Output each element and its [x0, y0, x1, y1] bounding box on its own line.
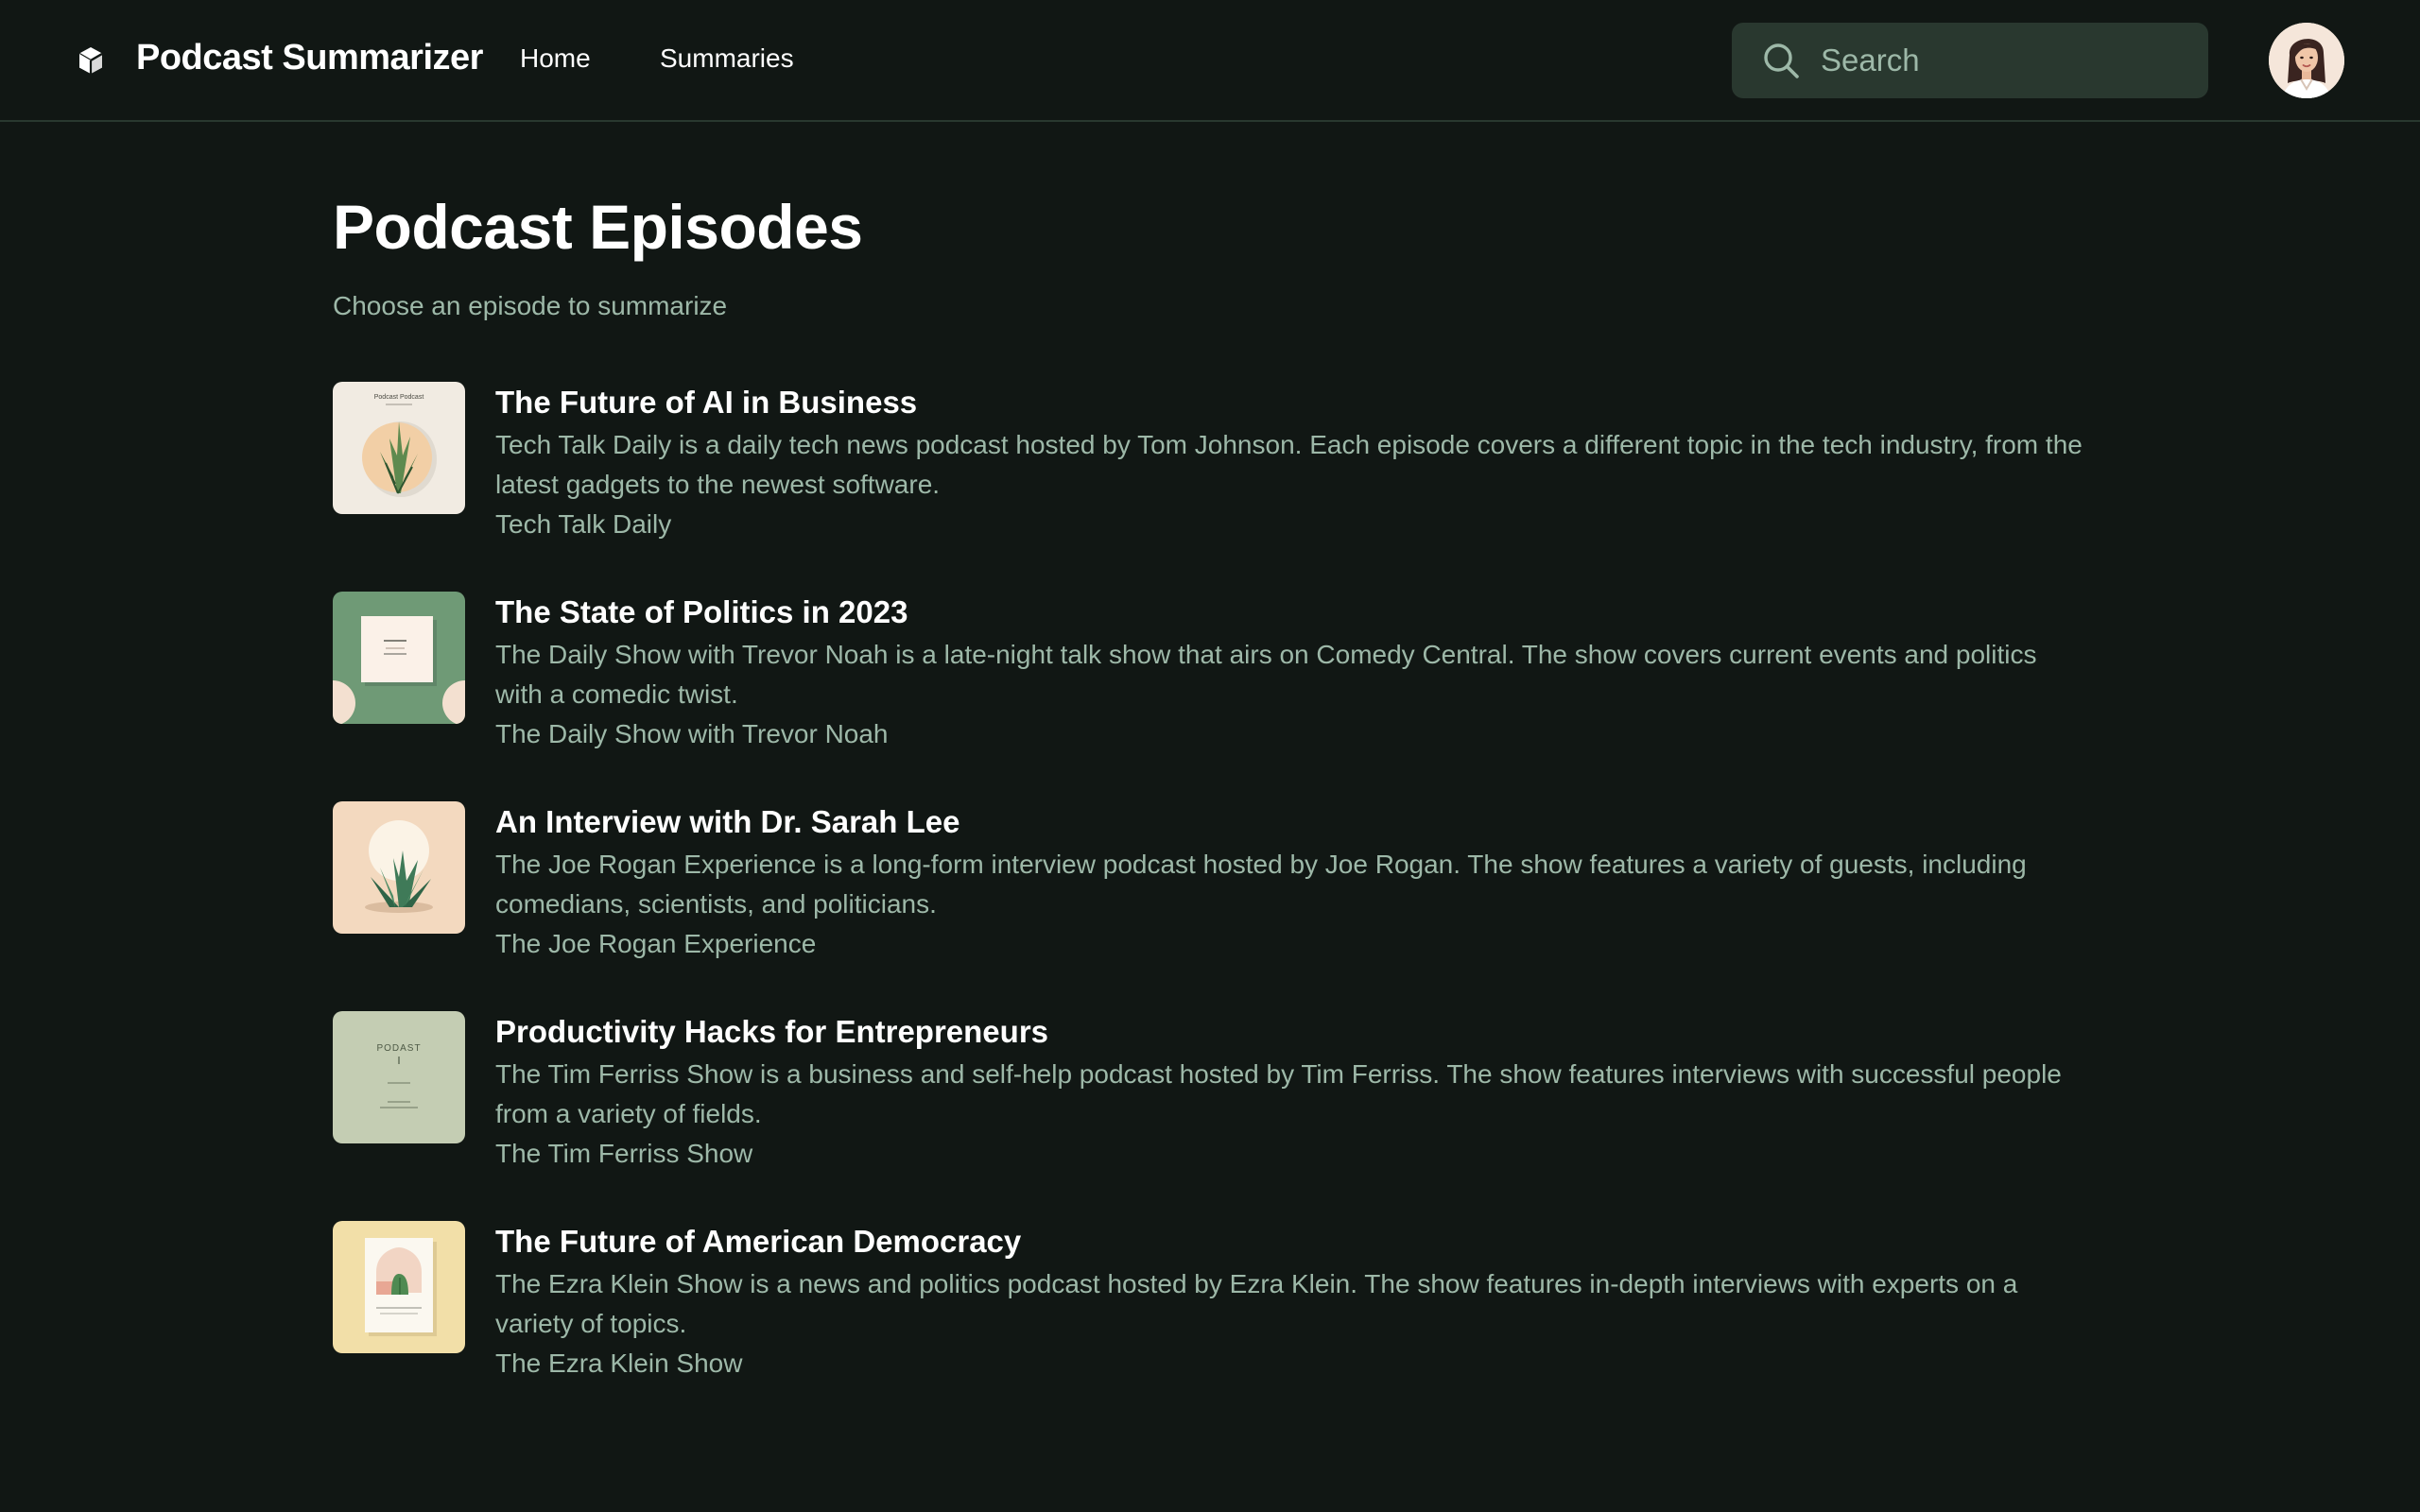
nav-home-link[interactable]: Home — [520, 40, 591, 77]
episode-description: Tech Talk Daily is a daily tech news pod… — [495, 430, 2083, 499]
episode-show-name: The Ezra Klein Show — [495, 1349, 743, 1378]
episode-description: The Ezra Klein Show is a news and politi… — [495, 1269, 2018, 1338]
episode-artwork[interactable] — [333, 592, 465, 724]
cover-card-icon — [333, 592, 465, 724]
svg-text:Podcast Podcast: Podcast Podcast — [374, 394, 424, 401]
episode-item[interactable]: An Interview with Dr. Sarah Lee The Joe … — [333, 801, 2082, 990]
episode-title[interactable]: The Future of AI in Business — [495, 382, 917, 423]
avatar-portrait-icon — [2269, 23, 2344, 98]
episode-show-name: Tech Talk Daily — [495, 509, 672, 539]
episode-item[interactable]: The Future of American Democracy The Ezr… — [333, 1221, 2082, 1410]
episode-item[interactable]: PODAST Productivity Hacks for Entreprene… — [333, 1011, 2082, 1200]
episode-artwork[interactable] — [333, 801, 465, 934]
episode-show-name: The Daily Show with Trevor Noah — [495, 719, 889, 748]
episode-description: The Daily Show with Trevor Noah is a lat… — [495, 640, 2037, 709]
episode-artwork[interactable]: Podcast Podcast — [333, 382, 465, 514]
page-subtitle: Choose an episode to summarize — [333, 291, 728, 320]
cover-text-icon: PODAST — [333, 1011, 465, 1143]
episode-description: The Tim Ferriss Show is a business and s… — [495, 1059, 2062, 1128]
page-title: Podcast Episodes — [333, 192, 863, 262]
episode-show-name: The Tim Ferriss Show — [495, 1139, 753, 1168]
user-avatar[interactable] — [2269, 23, 2344, 98]
top-nav-bar: Podcast Summarizer Home Summaries — [0, 0, 2420, 122]
episode-title[interactable]: An Interview with Dr. Sarah Lee — [495, 801, 959, 843]
cover-arch-icon — [333, 1221, 465, 1353]
episode-title[interactable]: The State of Politics in 2023 — [495, 592, 908, 633]
nav-summaries-link[interactable]: Summaries — [660, 40, 794, 77]
episode-title[interactable]: The Future of American Democracy — [495, 1221, 1021, 1263]
episode-title[interactable]: Productivity Hacks for Entrepreneurs — [495, 1011, 1048, 1053]
cover-plant-icon: Podcast Podcast — [333, 382, 465, 514]
episode-description: The Joe Rogan Experience is a long-form … — [495, 850, 2027, 919]
episode-artwork[interactable]: PODAST — [333, 1011, 465, 1143]
search-box[interactable] — [1732, 23, 2208, 98]
app-title[interactable]: Podcast Summarizer — [136, 34, 483, 81]
svg-text:PODAST: PODAST — [376, 1043, 421, 1054]
episode-item[interactable]: The State of Politics in 2023 The Daily … — [333, 592, 2082, 781]
cube-icon — [78, 47, 103, 74]
search-input[interactable] — [1821, 23, 2189, 98]
episode-show-name: The Joe Rogan Experience — [495, 929, 817, 958]
search-icon — [1764, 43, 1799, 78]
episode-item[interactable]: Podcast Podcast The Future of AI in Busi… — [333, 382, 2083, 571]
cover-agave-icon — [333, 801, 465, 934]
episode-artwork[interactable] — [333, 1221, 465, 1353]
